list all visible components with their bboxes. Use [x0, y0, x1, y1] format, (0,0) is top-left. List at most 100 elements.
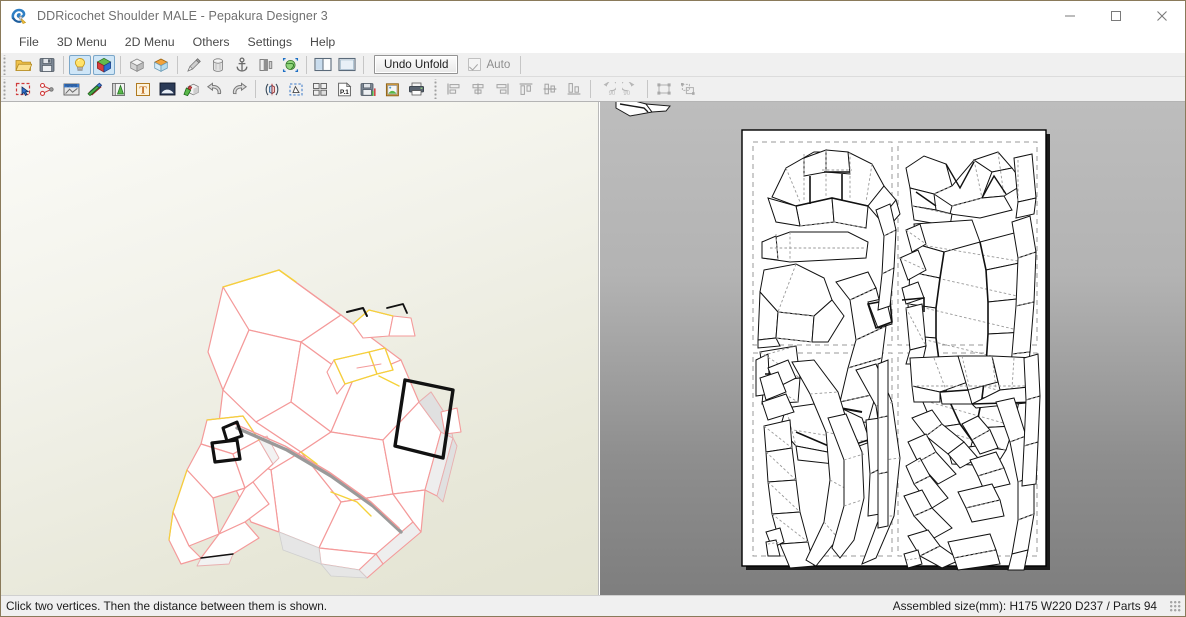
menu-item-file[interactable]: File [10, 33, 48, 52]
edge-id-icon [111, 82, 127, 97]
edit-tool-button[interactable] [183, 55, 205, 75]
svg-text:T: T [139, 84, 147, 96]
layout-side-by-side-button[interactable] [312, 55, 334, 75]
toolbar-separator [647, 80, 648, 98]
3d-model-viewport[interactable] [1, 102, 599, 596]
select-all-faces-button[interactable] [279, 55, 301, 75]
auto-label: Auto [486, 58, 511, 71]
align-center-button[interactable] [467, 79, 489, 99]
export-button[interactable] [357, 79, 379, 99]
status-bar: Click two vertices. Then the distance be… [1, 595, 1185, 616]
toolbar-separator [120, 55, 121, 74]
edge-numbering-button[interactable] [108, 79, 130, 99]
toggle-lighting-button[interactable] [69, 54, 91, 75]
status-hint-text: Click two vertices. Then the distance be… [6, 599, 328, 613]
undo-button[interactable] [204, 79, 226, 99]
printer-icon [408, 82, 425, 96]
edit-flaps-button[interactable] [84, 79, 106, 99]
maximize-button[interactable] [1093, 1, 1139, 31]
flat-shading-button[interactable] [126, 55, 148, 75]
menu-item-3d-menu[interactable]: 3D Menu [48, 33, 116, 52]
svg-text:P.1: P.1 [340, 89, 349, 96]
menu-item-help[interactable]: Help [301, 33, 344, 52]
fit-part-button[interactable] [285, 79, 307, 99]
add-image-button[interactable] [156, 79, 178, 99]
2d-unfold-viewport[interactable] [600, 102, 1185, 596]
menu-item-others[interactable]: Others [184, 33, 239, 52]
align-middle-button[interactable] [539, 79, 561, 99]
layout-single-button[interactable] [336, 55, 358, 75]
toggle-texture-button[interactable] [93, 54, 115, 75]
group-parts-icon [656, 82, 672, 96]
rotate-cw-90-button[interactable]: 90 [620, 79, 642, 99]
save-floppy-icon [39, 57, 55, 73]
align-center-icon [470, 82, 486, 96]
rotate-cw-90-icon: 90 [622, 82, 640, 96]
cylinder-tool-button[interactable] [207, 55, 229, 75]
rotate-ccw-90-button[interactable]: 90 [596, 79, 618, 99]
assembled-size-text: Assembled size(mm): H175 W220 D237 / Par… [892, 599, 1157, 613]
bounding-box-icon [288, 82, 304, 97]
paint-3d-icon [182, 82, 200, 97]
menu-item-2d-menu[interactable]: 2D Menu [116, 33, 184, 52]
select-parts-button[interactable] [12, 79, 34, 99]
gray-cube-icon [129, 57, 145, 73]
smooth-shading-button[interactable] [150, 55, 172, 75]
rectangle-select-icon [15, 82, 32, 97]
redo-button[interactable] [228, 79, 250, 99]
align-top-button[interactable] [515, 79, 537, 99]
paint-texture-button[interactable] [180, 79, 202, 99]
minimize-button[interactable] [1047, 1, 1093, 31]
window-title: DDRicochet Shoulder MALE - Pepakura Desi… [37, 9, 328, 23]
split-horizontal-icon [314, 57, 332, 72]
join-divide-face-button[interactable] [36, 79, 58, 99]
toolbar-grip[interactable] [2, 79, 9, 99]
text-tool-icon: T [135, 82, 151, 97]
scale-measure-button[interactable] [60, 79, 82, 99]
cylinder-icon [210, 57, 226, 73]
undo-unfold-button[interactable]: Undo Unfold [374, 55, 459, 74]
undo-arrow-icon [206, 81, 224, 97]
menu-item-settings[interactable]: Settings [239, 33, 301, 52]
copy-image-button[interactable] [381, 79, 403, 99]
align-bottom-button[interactable] [563, 79, 585, 99]
toolbar-grip[interactable] [2, 54, 9, 75]
align-left-button[interactable] [443, 79, 465, 99]
toolbar-grip[interactable] [433, 79, 440, 99]
add-text-button[interactable]: T [132, 79, 154, 99]
resize-grip[interactable] [1170, 601, 1182, 613]
single-pane-icon [338, 57, 356, 72]
shading-panel-button[interactable] [255, 55, 277, 75]
close-button[interactable] [1139, 1, 1185, 31]
page-p1-icon: P.1 [337, 81, 352, 97]
menu-bar: File 3D Menu 2D Menu Others Settings Hel… [1, 31, 1185, 53]
auto-checkbox[interactable]: Auto [468, 58, 510, 71]
align-right-button[interactable] [491, 79, 513, 99]
join-divide-icon [39, 82, 55, 97]
group-parts-button[interactable] [653, 79, 675, 99]
align-right-icon [494, 82, 510, 96]
print-button[interactable] [405, 79, 427, 99]
ungroup-parts-button[interactable] [677, 79, 699, 99]
page-setup-button[interactable]: P.1 [333, 79, 355, 99]
flip-part-icon [264, 82, 280, 97]
globe-select-icon [282, 57, 299, 73]
arrange-parts-button[interactable] [309, 79, 331, 99]
align-left-icon [446, 82, 462, 96]
save-file-button[interactable] [36, 55, 58, 75]
3d-model-graphic [168, 269, 462, 579]
flip-part-button[interactable] [261, 79, 283, 99]
align-top-icon [518, 82, 534, 96]
primary-toolbar: Undo Unfold Auto [1, 53, 1185, 77]
svg-text:90: 90 [623, 91, 630, 96]
lightbulb-icon [72, 57, 88, 73]
redo-arrow-icon [230, 81, 248, 97]
secondary-toolbar: T P.1 90 90 [1, 77, 1185, 102]
application-window: DDRicochet Shoulder MALE - Pepakura Desi… [0, 0, 1186, 617]
ungroup-parts-icon [680, 82, 696, 96]
open-file-button[interactable] [12, 55, 34, 75]
anchor-icon [234, 56, 250, 73]
toolbar-separator [63, 55, 64, 74]
anchor-tool-button[interactable] [231, 55, 253, 75]
toolbar-separator [363, 55, 364, 74]
